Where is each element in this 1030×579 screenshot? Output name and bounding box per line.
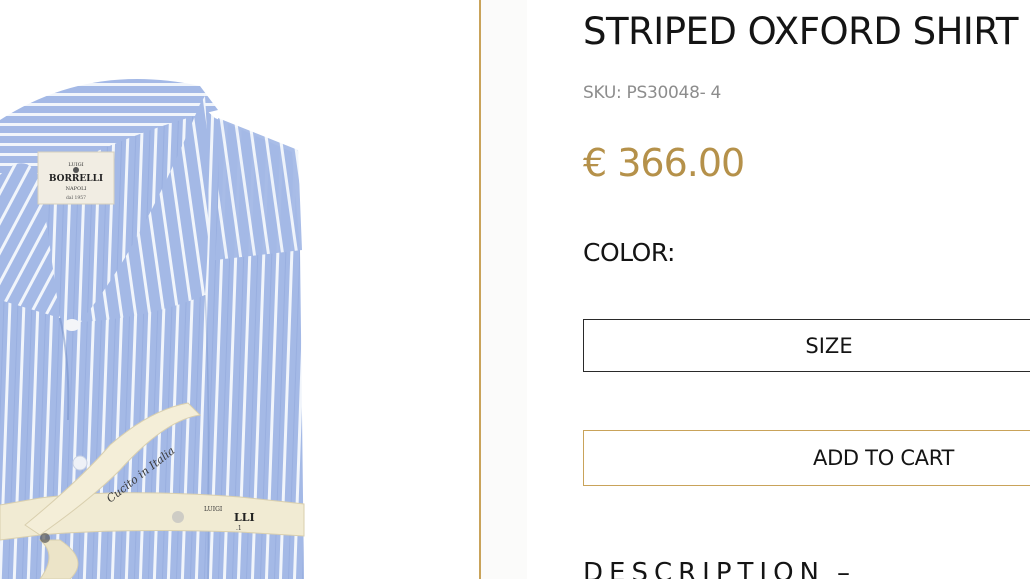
product-price: € 366.00 (583, 141, 745, 185)
add-to-cart-button[interactable]: ADD TO CART (583, 430, 1030, 486)
product-image-shirt[interactable]: LUIGI BORRELLI NAPOLI dal 1957 Cucito in… (0, 0, 480, 579)
description-heading: DESCRIPTION (583, 558, 825, 579)
product-details-panel: STRIPED OXFORD SHIRT SKU: PS30048- 4 € 3… (527, 0, 1030, 579)
label-city: NAPOLI (66, 186, 87, 192)
collapse-icon: – (836, 558, 850, 579)
ribbon-tail: .1 (236, 525, 242, 532)
product-title: STRIPED OXFORD SHIRT (583, 10, 1018, 53)
size-button[interactable]: SIZE (583, 319, 1030, 372)
size-button-label: SIZE (805, 333, 853, 358)
label-brand: BORRELLI (49, 174, 103, 184)
panel-gutter (481, 0, 527, 579)
description-toggle[interactable]: DESCRIPTION – (583, 558, 850, 579)
product-image-panel: LUIGI BORRELLI NAPOLI dal 1957 Cucito in… (0, 0, 480, 579)
color-label: COLOR: (583, 238, 675, 267)
add-to-cart-label: ADD TO CART (813, 446, 955, 470)
product-sku: SKU: PS30048- 4 (583, 83, 722, 103)
ribbon-brand: LLI (234, 511, 255, 524)
label-year: dal 1957 (66, 195, 86, 201)
ribbon-brand-small: LUIGI (204, 506, 223, 513)
